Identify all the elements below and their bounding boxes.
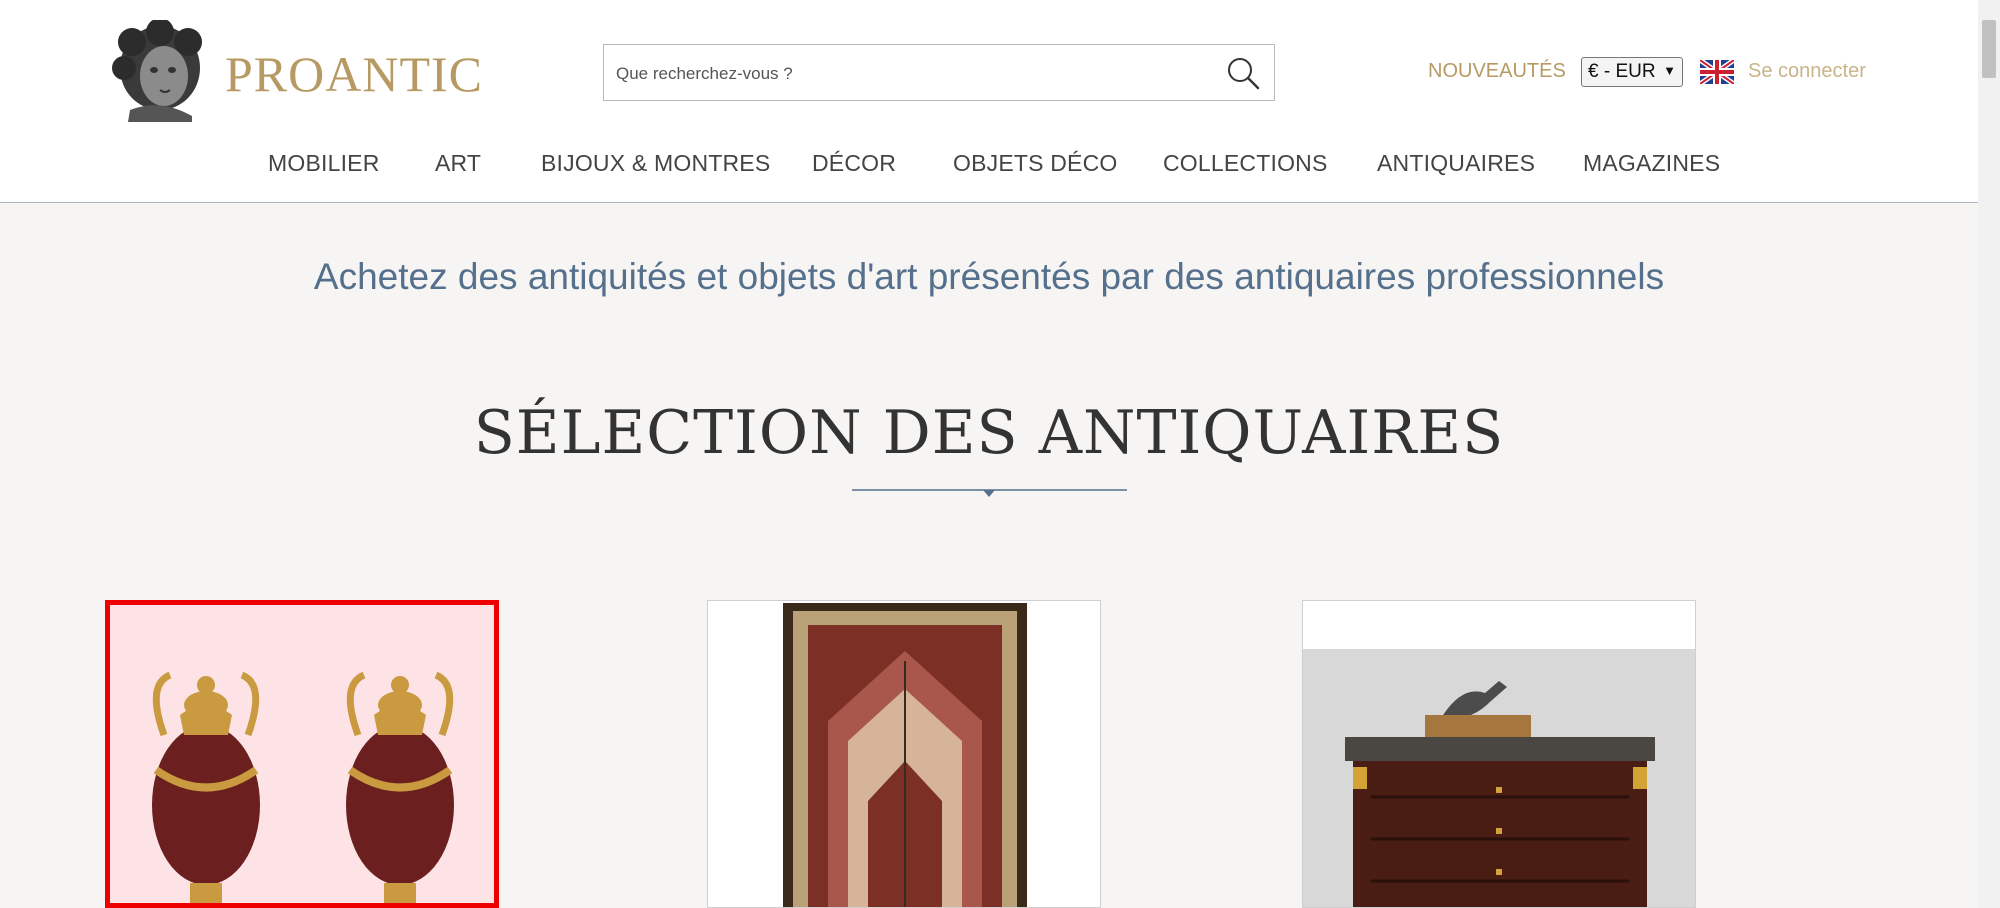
product-card-vases[interactable] xyxy=(105,600,499,908)
nav-item-objets-deco[interactable]: OBJETS DÉCO xyxy=(953,150,1118,177)
vase-pair-image xyxy=(110,605,494,903)
section-title: SÉLECTION DES ANTIQUAIRES xyxy=(473,398,1505,468)
nav-item-magazines[interactable]: MAGAZINES xyxy=(1583,150,1720,177)
new-arrivals-link[interactable]: NOUVEAUTÉS xyxy=(1428,60,1566,83)
brand-logo-text[interactable]: PROANTIC xyxy=(225,44,483,104)
login-link[interactable]: Se connecter xyxy=(1748,60,1866,83)
search-box xyxy=(603,44,1275,101)
bust-logo-icon[interactable] xyxy=(110,20,210,122)
nav-item-collections[interactable]: COLLECTIONS xyxy=(1163,150,1328,177)
nav-item-antiquaires[interactable]: ANTIQUAIRES xyxy=(1377,150,1535,177)
main-nav: MOBILIER ART BIJOUX & MONTRES DÉCOR OBJE… xyxy=(0,150,1978,180)
title-divider xyxy=(852,489,1127,497)
uk-flag-icon[interactable] xyxy=(1700,60,1734,84)
site-header: PROANTIC NOUVEAUTÉS € - EUR ▼ Se connect… xyxy=(0,0,1978,203)
currency-select[interactable]: € - EUR ▼ xyxy=(1581,57,1683,87)
nav-item-art[interactable]: ART xyxy=(435,150,481,177)
product-card-rug[interactable] xyxy=(707,600,1101,908)
chevron-down-icon: ▼ xyxy=(1663,63,1676,78)
currency-value: € - EUR xyxy=(1588,61,1656,82)
nav-item-decor[interactable]: DÉCOR xyxy=(812,150,896,177)
page-tagline: Achetez des antiquités et objets d'art p… xyxy=(313,256,1665,297)
nav-item-bijoux-montres[interactable]: BIJOUX & MONTRES xyxy=(541,150,770,177)
commode-image xyxy=(1303,601,1695,907)
search-icon[interactable] xyxy=(1226,56,1260,90)
nav-item-mobilier[interactable]: MOBILIER xyxy=(268,150,380,177)
product-card-commode[interactable] xyxy=(1302,600,1696,908)
scrollbar-thumb[interactable] xyxy=(1982,20,1996,78)
page-scrollbar[interactable] xyxy=(1978,0,2000,908)
rug-image xyxy=(708,601,1100,907)
search-input[interactable] xyxy=(614,57,1198,91)
